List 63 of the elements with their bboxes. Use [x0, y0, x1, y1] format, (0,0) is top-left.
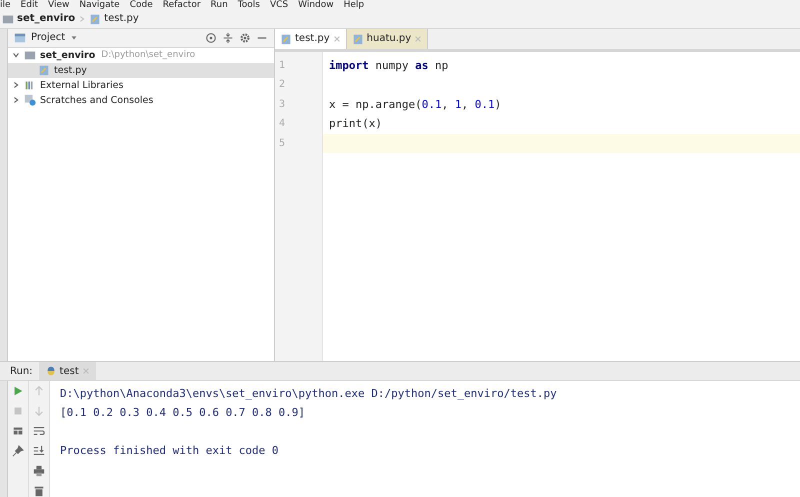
tree-label: Scratches and Consoles	[40, 94, 154, 106]
breadcrumb-item[interactable]: set_enviro	[17, 13, 76, 24]
line-number: 3	[278, 98, 286, 112]
collapse-icon[interactable]	[222, 32, 234, 44]
menu-item[interactable]: Window	[298, 0, 334, 10]
folder-icon	[2, 12, 14, 25]
run-label: Run:	[10, 366, 33, 376]
folder-path: D:\python\set_enviro	[101, 50, 196, 60]
folder-icon	[24, 49, 36, 62]
console-line: D:\python\Anaconda3\envs\set_enviro\python.exe D:/python/set_enviro/test.py	[60, 387, 557, 400]
chevron-right-icon	[78, 14, 86, 23]
run-tab[interactable]: test	[38, 362, 96, 380]
menu-item[interactable]: Edit	[20, 0, 38, 10]
tree-label: test.py	[54, 64, 87, 76]
menu-item[interactable]: ile	[0, 0, 11, 10]
editor-tab[interactable]: test.py	[275, 28, 347, 49]
python-file-icon	[352, 32, 364, 45]
menu-item[interactable]: Run	[210, 0, 228, 10]
tree-label: External Libraries	[40, 80, 124, 91]
tree-item[interactable]: External Libraries	[8, 78, 274, 93]
python-file-icon	[280, 32, 292, 45]
soft-wrap-icon[interactable]	[33, 425, 45, 437]
line-number: 4	[278, 117, 286, 132]
dropdown-caret-icon[interactable]	[70, 34, 78, 42]
print-icon[interactable]	[33, 465, 45, 477]
menu-item[interactable]: Refactor	[162, 0, 201, 10]
tree-item[interactable]: test.py	[8, 62, 274, 78]
menu-item[interactable]: Code	[130, 0, 153, 10]
menu-item[interactable]: View	[48, 0, 70, 10]
tab-label: huatu.py	[366, 33, 412, 44]
console-line: Process finished with exit code 0	[60, 444, 279, 457]
line-number: 1	[278, 58, 286, 73]
tree-item[interactable]: Scratches and Consoles	[8, 92, 274, 108]
layout-icon[interactable]	[12, 425, 24, 437]
python-icon	[44, 365, 57, 377]
settings-icon[interactable]	[239, 32, 251, 44]
menu-item[interactable]: Navigate	[79, 0, 120, 10]
tree-item[interactable]: set_enviro D:\python\set_enviro	[8, 48, 274, 63]
tab-label: test.py	[295, 33, 330, 44]
editor-tab[interactable]: huatu.py	[346, 28, 428, 49]
line-number: 5	[278, 136, 286, 151]
menu-item[interactable]: Help	[344, 0, 364, 10]
menu-item[interactable]: Tools	[238, 0, 260, 10]
scroll-to-end-icon[interactable]	[33, 445, 45, 457]
project-window-icon	[14, 32, 26, 44]
menu-item[interactable]: VCS	[270, 0, 288, 10]
code-line: import numpy as np	[329, 58, 448, 72]
tab-label: test	[60, 366, 79, 376]
line-number: 2	[278, 78, 286, 92]
panel-title[interactable]: Project	[31, 32, 66, 44]
tree-label: set_enviro	[40, 50, 96, 61]
python-file-icon	[89, 12, 102, 25]
code-line: print(x)	[329, 117, 382, 130]
chevron-down-icon[interactable]	[12, 51, 20, 60]
breadcrumb-item[interactable]: test.py	[104, 13, 139, 24]
python-file-icon	[38, 64, 50, 76]
trash-icon[interactable]	[33, 485, 45, 497]
pin-icon[interactable]	[12, 445, 24, 457]
scratch-icon	[24, 94, 36, 106]
crosshair-icon[interactable]	[205, 32, 217, 44]
run-icon[interactable]	[12, 385, 24, 397]
console-line: [0.1 0.2 0.3 0.4 0.5 0.6 0.7 0.8 0.9]	[60, 406, 306, 419]
code-line: x = np.arange(0.1, 1, 0.1)	[329, 98, 502, 111]
